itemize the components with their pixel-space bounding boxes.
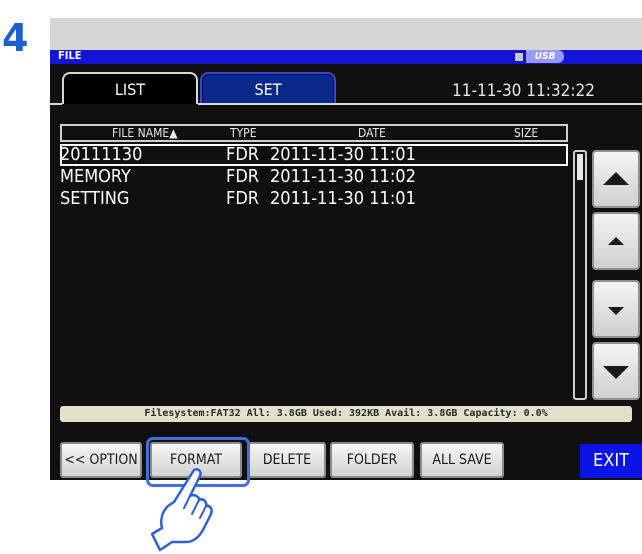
tab-set[interactable]: SET: [200, 72, 336, 104]
usb-indicator: USB: [515, 50, 575, 64]
file-name: MEMORY: [60, 166, 131, 187]
exit-button[interactable]: EXIT: [580, 444, 642, 478]
title-bar: FILE USB: [50, 50, 642, 64]
window-title: FILE: [58, 50, 82, 62]
file-list-header: FILE NAME▲ TYPE DATE SIZE: [60, 124, 568, 142]
step-number: 4: [2, 16, 29, 60]
tab-divider: [198, 103, 642, 105]
scroll-up-button[interactable]: [592, 212, 640, 270]
file-list: 20111130 FDR 2011-11-30 11:01 MEMORY FDR…: [60, 144, 568, 402]
folder-button[interactable]: FOLDER: [330, 442, 414, 478]
column-header-type[interactable]: TYPE: [230, 126, 257, 140]
column-header-file-name[interactable]: FILE NAME▲: [112, 126, 178, 140]
file-name: 20111130: [60, 144, 143, 165]
filesystem-status: Filesystem:FAT32 All: 3.8GB Used: 392KB …: [60, 406, 632, 422]
list-item[interactable]: SETTING FDR 2011-11-30 11:01: [60, 188, 568, 210]
file-type: FDR: [226, 188, 260, 209]
scrollbar-thumb[interactable]: [577, 154, 583, 180]
all-save-button[interactable]: ALL SAVE: [420, 442, 504, 478]
usb-label: USB: [526, 50, 564, 63]
pointing-hand-icon: [150, 468, 213, 552]
datetime-display: 11-11-30 11:32:22: [452, 81, 595, 101]
page-up-icon: [603, 172, 629, 185]
file-type: FDR: [226, 166, 260, 187]
delete-button[interactable]: DELETE: [248, 442, 326, 478]
tab-list[interactable]: LIST: [62, 72, 198, 104]
file-date: 2011-11-30 11:01: [270, 144, 416, 165]
up-icon: [608, 237, 624, 245]
page-down-button[interactable]: [592, 342, 640, 400]
file-screen: FILE USB LIST SET 11-11-30 11:32:22 FILE…: [50, 50, 642, 480]
file-type: FDR: [226, 144, 260, 165]
tab-divider-left: [50, 103, 62, 105]
option-button[interactable]: << OPTION: [60, 442, 142, 478]
page-up-button[interactable]: [592, 150, 640, 208]
down-icon: [608, 307, 624, 315]
file-date: 2011-11-30 11:02: [270, 166, 416, 187]
list-item[interactable]: 20111130 FDR 2011-11-30 11:01: [60, 144, 568, 166]
usb-status-icon: [515, 53, 523, 61]
file-name: SETTING: [60, 188, 130, 209]
file-date: 2011-11-30 11:01: [270, 188, 416, 209]
page-down-icon: [603, 366, 629, 379]
list-item[interactable]: MEMORY FDR 2011-11-30 11:02: [60, 166, 568, 188]
column-header-date[interactable]: DATE: [358, 126, 386, 140]
scrollbar[interactable]: [573, 150, 587, 400]
scroll-down-button[interactable]: [592, 280, 640, 338]
column-header-size[interactable]: SIZE: [514, 126, 538, 140]
